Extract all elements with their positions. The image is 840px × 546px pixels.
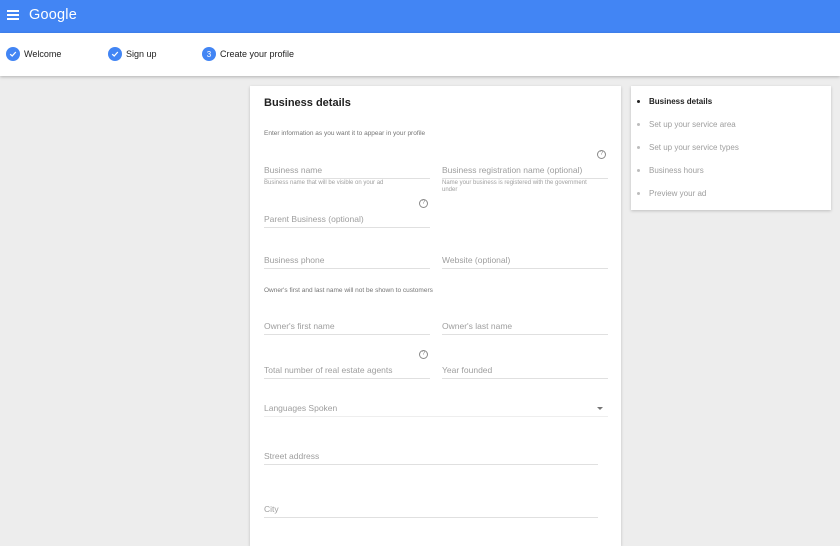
google-logo[interactable]: Google xyxy=(29,7,77,23)
owner-note: Owner's first and last name will not be … xyxy=(264,287,433,294)
page-title: Business details xyxy=(264,97,351,109)
app-bar: Google xyxy=(0,0,840,33)
sidebar-item-service-types[interactable]: Set up your service types xyxy=(637,143,739,152)
business-details-card: Business details Enter information as yo… xyxy=(250,86,621,546)
step-number-badge: 3 xyxy=(202,47,216,61)
parent-business-input[interactable]: Parent Business (optional) xyxy=(264,213,430,228)
street-address-input[interactable]: Street address xyxy=(264,450,598,465)
sidebar-item-preview-ad[interactable]: Preview your ad xyxy=(637,189,707,198)
year-founded-input[interactable]: Year founded xyxy=(442,364,608,379)
languages-select[interactable]: Languages Spoken xyxy=(264,402,608,417)
step-label: Sign up xyxy=(126,49,157,59)
progress-stepper: Welcome Sign up 3 Create your profile xyxy=(0,33,840,76)
bullet-icon xyxy=(637,100,640,103)
owner-first-name-input[interactable]: Owner's first name xyxy=(264,320,430,335)
sidebar-item-label: Preview your ad xyxy=(649,189,707,198)
sidebar-item-label: Business hours xyxy=(649,166,704,175)
help-icon[interactable]: ? xyxy=(597,150,606,159)
help-icon[interactable]: ? xyxy=(419,199,428,208)
bullet-icon xyxy=(637,146,640,149)
help-icon[interactable]: ? xyxy=(419,350,428,359)
sidebar-item-label: Business details xyxy=(649,97,713,106)
dropdown-arrow-icon[interactable] xyxy=(597,407,603,410)
bullet-icon xyxy=(637,169,640,172)
registration-name-helper: Name your business is registered with th… xyxy=(442,180,587,193)
business-phone-input[interactable]: Business phone xyxy=(264,254,430,269)
progress-sidebar: Business details Set up your service are… xyxy=(631,86,831,210)
step-create-profile[interactable]: 3 Create your profile xyxy=(202,47,294,61)
sidebar-item-label: Set up your service types xyxy=(649,143,739,152)
hamburger-menu-icon[interactable] xyxy=(7,10,19,20)
business-name-input[interactable]: Business name xyxy=(264,164,430,179)
step-label: Welcome xyxy=(24,49,62,59)
registration-name-input[interactable]: Business registration name (optional) xyxy=(442,164,608,179)
step-label: Create your profile xyxy=(220,49,295,59)
owner-last-name-input[interactable]: Owner's last name xyxy=(442,320,608,335)
intro-text: Enter information as you want it to appe… xyxy=(264,130,426,137)
bullet-icon xyxy=(637,123,640,126)
sidebar-item-label: Set up your service area xyxy=(649,120,736,129)
website-input[interactable]: Website (optional) xyxy=(442,254,608,269)
check-icon xyxy=(6,47,20,61)
business-name-helper: Business name that will be visible on yo… xyxy=(264,180,384,186)
city-input[interactable]: City xyxy=(264,503,598,518)
sidebar-item-business-details[interactable]: Business details xyxy=(637,97,713,106)
check-icon xyxy=(108,47,122,61)
agents-count-input[interactable]: Total number of real estate agents xyxy=(264,364,430,379)
step-welcome[interactable]: Welcome xyxy=(6,47,61,61)
sidebar-item-service-area[interactable]: Set up your service area xyxy=(637,120,736,129)
sidebar-item-business-hours[interactable]: Business hours xyxy=(637,166,704,175)
step-sign-up[interactable]: Sign up xyxy=(108,47,157,61)
bullet-icon xyxy=(637,192,640,195)
